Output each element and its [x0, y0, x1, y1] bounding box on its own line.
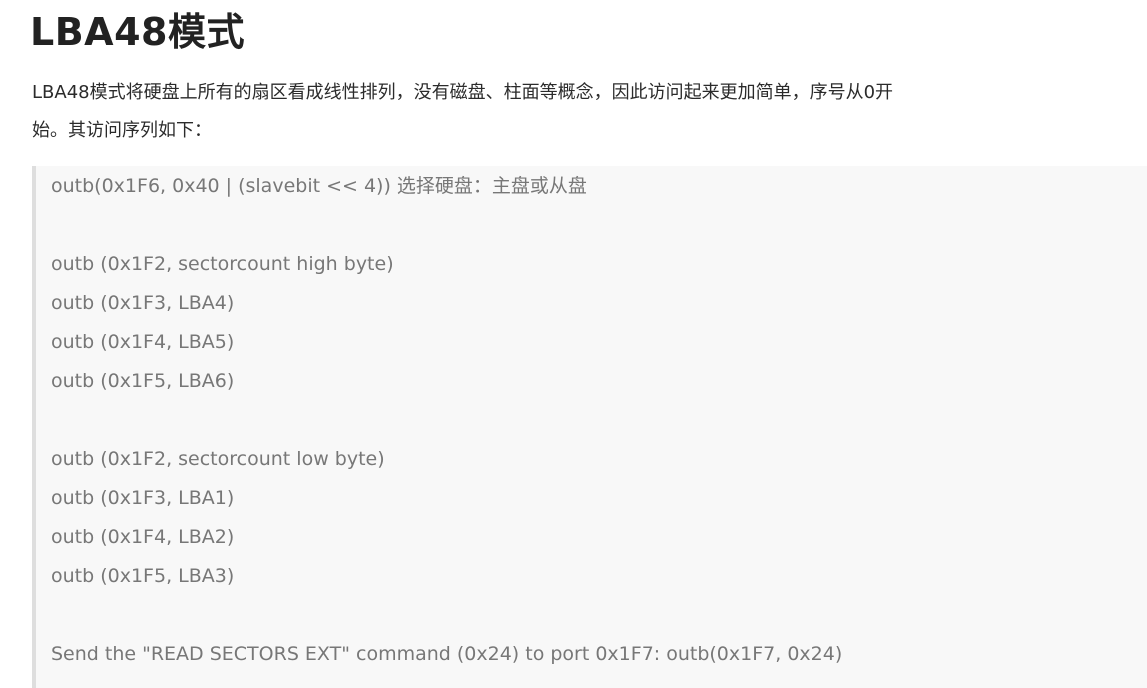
intro-line-2: 始。其访问序列如下：	[32, 120, 212, 141]
intro-paragraph: LBA48模式将硬盘上所有的扇区看成线性排列，没有磁盘、柱面等概念，因此访问起来…	[32, 74, 1122, 150]
lba5-line: outb (0x1F4, LBA5)	[51, 331, 235, 353]
document-page: LBA48模式 LBA48模式将硬盘上所有的扇区看成线性排列，没有磁盘、柱面等概…	[0, 0, 1147, 688]
read-command-line: Send the "READ SECTORS EXT" command (0x2…	[51, 643, 843, 665]
code-blockquote-content: outb(0x1F6, 0x40 | (slavebit << 4)) 选择硬盘…	[51, 166, 1137, 674]
intro-line-1: LBA48模式将硬盘上所有的扇区看成线性排列，没有磁盘、柱面等概念，因此访问起来…	[32, 82, 894, 103]
select-drive-line: outb(0x1F6, 0x40 | (slavebit << 4)) 选择硬盘…	[51, 175, 587, 197]
lba1-line: outb (0x1F3, LBA1)	[51, 487, 235, 509]
lba3-line: outb (0x1F5, LBA3)	[51, 565, 235, 587]
lba6-line: outb (0x1F5, LBA6)	[51, 370, 235, 392]
low-byte-count-line: outb (0x1F2, sectorcount low byte)	[51, 448, 385, 470]
lba2-line: outb (0x1F4, LBA2)	[51, 526, 235, 548]
high-byte-count-line: outb (0x1F2, sectorcount high byte)	[51, 253, 394, 275]
code-blockquote: outb(0x1F6, 0x40 | (slavebit << 4)) 选择硬盘…	[32, 166, 1147, 688]
page-title: LBA48模式	[30, 10, 245, 54]
lba4-line: outb (0x1F3, LBA4)	[51, 292, 235, 314]
